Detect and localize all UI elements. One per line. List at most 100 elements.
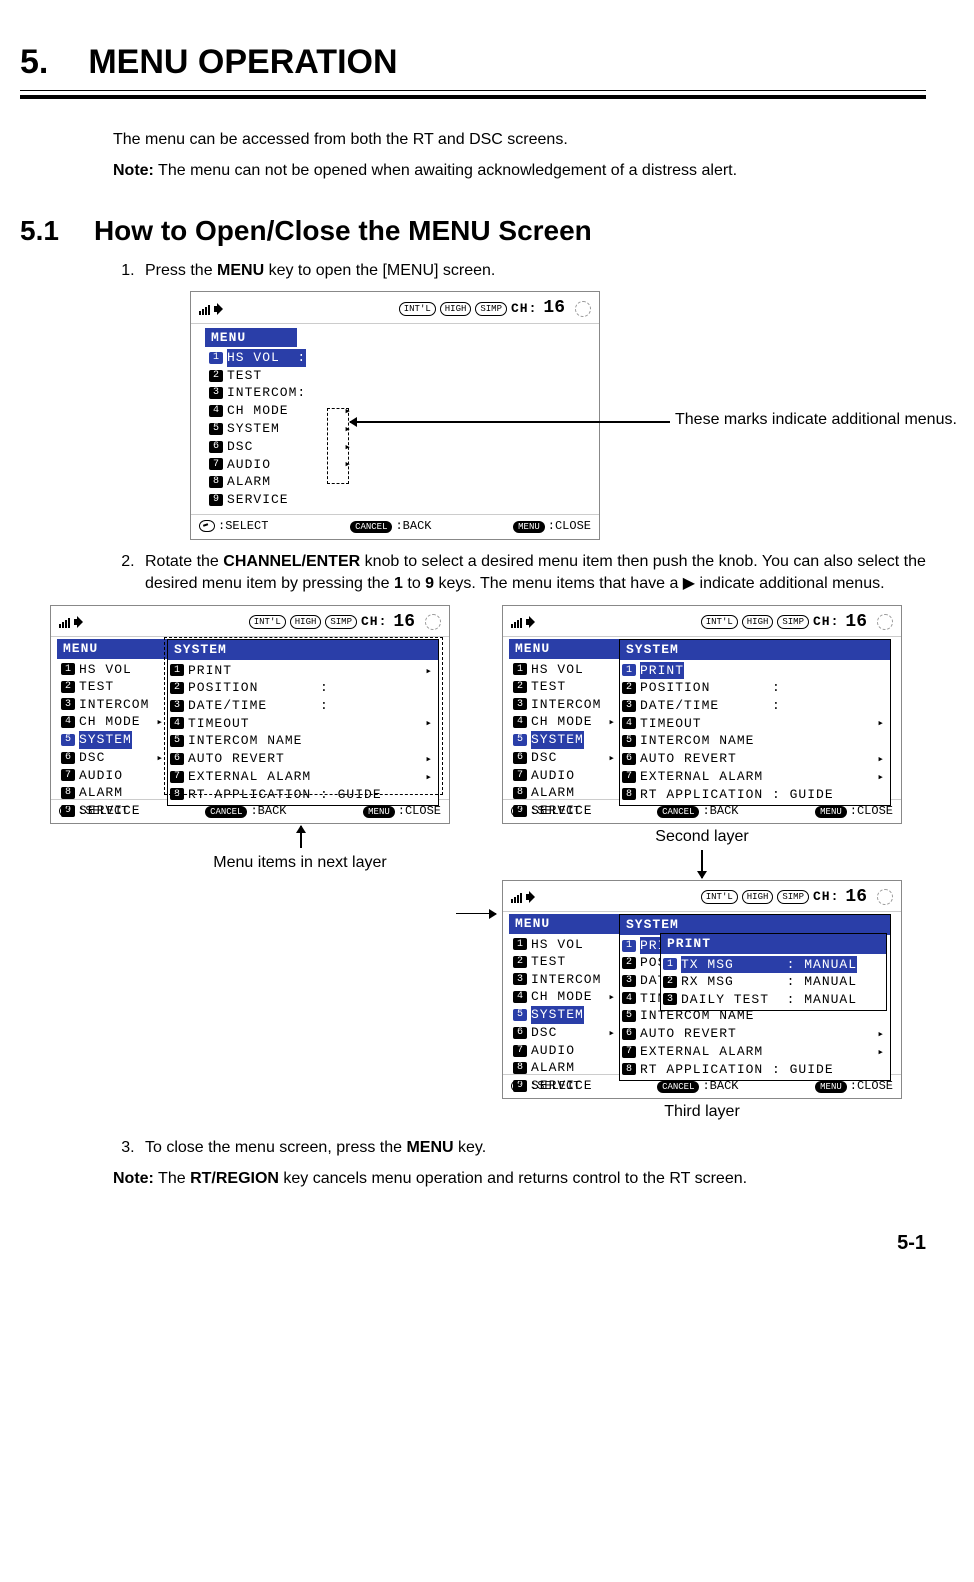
menu-item[interactable]: 8ALARM [509,1059,619,1077]
menu-item[interactable]: 1HS VOL : [205,349,355,367]
menu-item[interactable]: 5SYSTEM [509,1006,619,1024]
menu-item[interactable]: 6AUTO REVERT [620,1025,890,1043]
menu-item[interactable]: 7 AUDIO [509,767,619,785]
submenu-arrow-icon [608,988,615,1006]
badge-simp: SIMP [777,890,809,904]
menu-item[interactable]: 2RX MSG : MANUAL [661,973,886,991]
key-1: 1 [394,575,403,592]
menu-item[interactable]: 7AUDIO [509,1042,619,1060]
badge-high: HIGH [742,890,774,904]
menu-item-label: AUTO REVERT [640,750,737,768]
menu-item-label: HS VOL [531,661,584,679]
menu-item[interactable]: 6AUTO REVERT [620,750,890,768]
menu-item[interactable]: 3DATE/TIME : [620,697,890,715]
menu-item[interactable]: 3INTERCOM [509,696,619,714]
submenu-title: SYSTEM [620,915,890,935]
menu-item[interactable]: 2POSITION : [620,679,890,697]
menu-item-label: HS VOL [79,661,132,679]
menu-item[interactable]: 1PRINT [620,662,890,680]
step-3: To close the menu screen, press the MENU… [139,1137,926,1159]
menu-item[interactable]: 3INTERCOM [57,696,167,714]
menu-button-icon: MENU [815,1081,847,1093]
menu-item[interactable]: 1HS VOL [509,936,619,954]
menu-button-icon: MENU [363,806,395,818]
busy-icon [877,889,893,905]
menu-item-label: CH MODE [531,713,593,731]
menu-screen-next-layer: INT'L HIGH SIMP CH: 16 MENU 1HS VOL2TEST… [50,605,450,824]
submenu-arrow-icon [608,713,615,731]
menu-item[interactable]: 4CH MODE [509,988,619,1006]
menu-item[interactable]: 9SERVICE [205,491,355,509]
menu-item-number: 5 [513,734,527,746]
menu-item[interactable]: 7AUDIO [57,767,167,785]
menu-item-number: 7 [513,769,527,781]
menu-item[interactable]: 2TEST [57,678,167,696]
menu-header: MENU [57,639,167,659]
menu-item[interactable]: 5INTERCOM NAME [620,732,890,750]
submenu-arrow-icon [156,713,163,731]
menu-item-label: DAILY TEST : MANUAL [681,991,857,1009]
submenu-arrow-icon [608,731,615,749]
menu-item-number: 1 [622,664,636,676]
menu-item-label: TEST [79,678,114,696]
menu-item[interactable]: 7EXTERNAL ALARM [620,1043,890,1061]
badge-high: HIGH [290,615,322,629]
menu-item-number: 4 [513,716,527,728]
menu-item-label: DATE/TIME : [640,697,781,715]
menu-item[interactable]: 2TEST [509,678,619,696]
menu-item[interactable]: 1TX MSG : MANUAL [661,956,886,974]
flow-arrow-down [701,850,703,878]
menu-item[interactable]: 8RT APPLICATION : GUIDE [620,1061,890,1079]
submenu-system: SYSTEM 1PRINT2POSITION :3DATE/TIME :4TIM… [619,639,891,806]
menu-item-number: 6 [209,441,223,453]
menu-item[interactable]: 4TIMEOUT [620,714,890,732]
menu-item-number: 8 [622,788,636,800]
menu-item[interactable]: 4CH MODE [57,713,167,731]
menu-item-number: 2 [513,956,527,968]
step-1-text-a: Press the [145,262,217,279]
caption-third-layer: Third layer [664,1101,740,1123]
menu-item[interactable]: 1HS VOL [509,661,619,679]
menu-item-label: ALARM [531,784,575,802]
menu-item-number: 8 [209,476,223,488]
menu-key-name-2: MENU [406,1139,453,1156]
menu-item[interactable]: 5 SYSTEM [509,731,619,749]
menu-item[interactable]: 2TEST [509,953,619,971]
step-1-text-c: key to open the [MENU] screen. [264,262,495,279]
page-number: 5-1 [20,1230,926,1257]
menu-item[interactable]: 2TEST [205,367,355,385]
menu-item-label: SYSTEM [531,731,584,749]
signal-icon [199,303,210,315]
menu-button-icon: MENU [815,806,847,818]
ch-number: 16 [845,885,867,909]
caption-arrow-up [300,826,302,848]
menu-item-label: AUTO REVERT [640,1025,737,1043]
footer-select: :SELECT [199,518,268,534]
intro-paragraph-1: The menu can be accessed from both the R… [113,129,926,151]
menu-item[interactable]: 6DSC [509,1024,619,1042]
note-label: Note: [113,162,154,179]
busy-icon [877,614,893,630]
badge-high: HIGH [742,615,774,629]
menu-item[interactable]: 8ALARM [509,784,619,802]
menu-item[interactable]: 3INTERCOM [509,971,619,989]
menu-item[interactable]: 3INTERCOM: [205,384,355,402]
menu-item[interactable]: 6DSC [57,749,167,767]
menu-item[interactable]: 5SYSTEM [57,731,167,749]
menu-item[interactable]: 8RT APPLICATION : GUIDE [620,786,890,804]
menu-item-number: 4 [61,716,75,728]
ch-number: 16 [845,610,867,634]
menu-item-label: AUDIO [531,767,575,785]
menu-item-number: 6 [513,1027,527,1039]
knob-icon [199,520,215,532]
menu-item-number: 2 [209,370,223,382]
menu-item[interactable]: 4 CH MODE [509,713,619,731]
menu-item[interactable]: 8ALARM [57,784,167,802]
menu-item[interactable]: 3DAILY TEST : MANUAL [661,991,886,1009]
menu-item[interactable]: 7EXTERNAL ALARM [620,768,890,786]
menu-item[interactable]: 1HS VOL [57,661,167,679]
menu-item-number: 5 [209,423,223,435]
menu-item-number: 5 [513,1009,527,1021]
menu-item-label: HS VOL : [227,349,306,367]
menu-item[interactable]: 6DSC [509,749,619,767]
